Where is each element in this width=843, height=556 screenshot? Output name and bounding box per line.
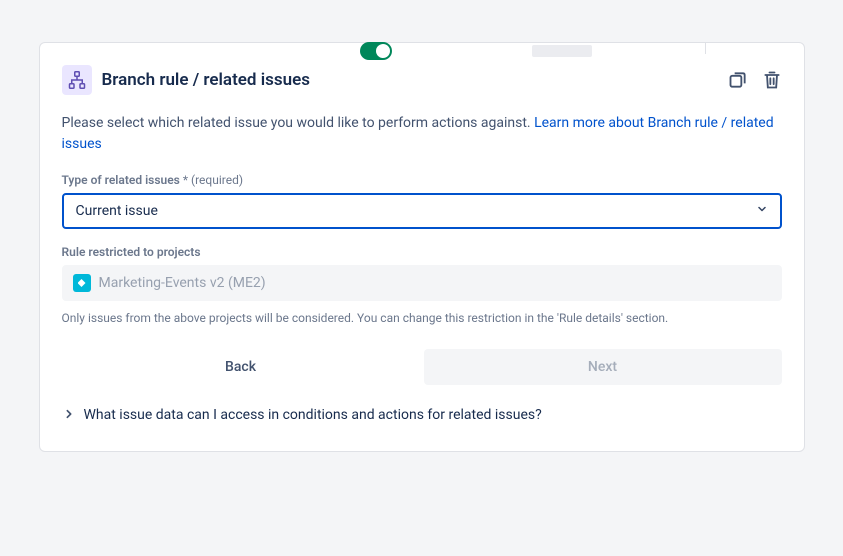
description: Please select which related issue you wo… — [62, 113, 782, 155]
project-name: Marketing-Events v2 (ME2) — [99, 275, 266, 291]
next-button[interactable]: Next — [424, 349, 782, 385]
back-button[interactable]: Back — [62, 349, 420, 385]
related-issues-select[interactable]: Current issue — [62, 193, 782, 229]
duplicate-icon[interactable] — [728, 70, 748, 90]
automation-toggle[interactable] — [360, 42, 392, 60]
chevron-right-icon — [64, 408, 74, 422]
projects-field[interactable]: Marketing-Events v2 (ME2) — [62, 265, 782, 301]
select-value: Current issue — [76, 203, 158, 219]
branch-rule-card: Branch rule / related issues Please sele… — [39, 42, 805, 452]
header-remnant-box — [532, 45, 592, 57]
issue-data-expand[interactable]: What issue data can I access in conditio… — [62, 401, 782, 429]
branch-rule-icon — [62, 65, 92, 95]
description-text: Please select which related issue you wo… — [62, 115, 535, 131]
projects-helper: Only issues from the above projects will… — [62, 311, 782, 325]
delete-icon[interactable] — [762, 70, 782, 90]
project-icon — [73, 274, 91, 292]
related-issues-label: Type of related issues * (required) — [62, 173, 782, 187]
projects-label: Rule restricted to projects — [62, 245, 782, 259]
chevron-down-icon — [756, 203, 768, 219]
divider — [705, 42, 706, 54]
card-title: Branch rule / related issues — [102, 70, 311, 90]
expand-label: What issue data can I access in conditio… — [84, 407, 542, 423]
